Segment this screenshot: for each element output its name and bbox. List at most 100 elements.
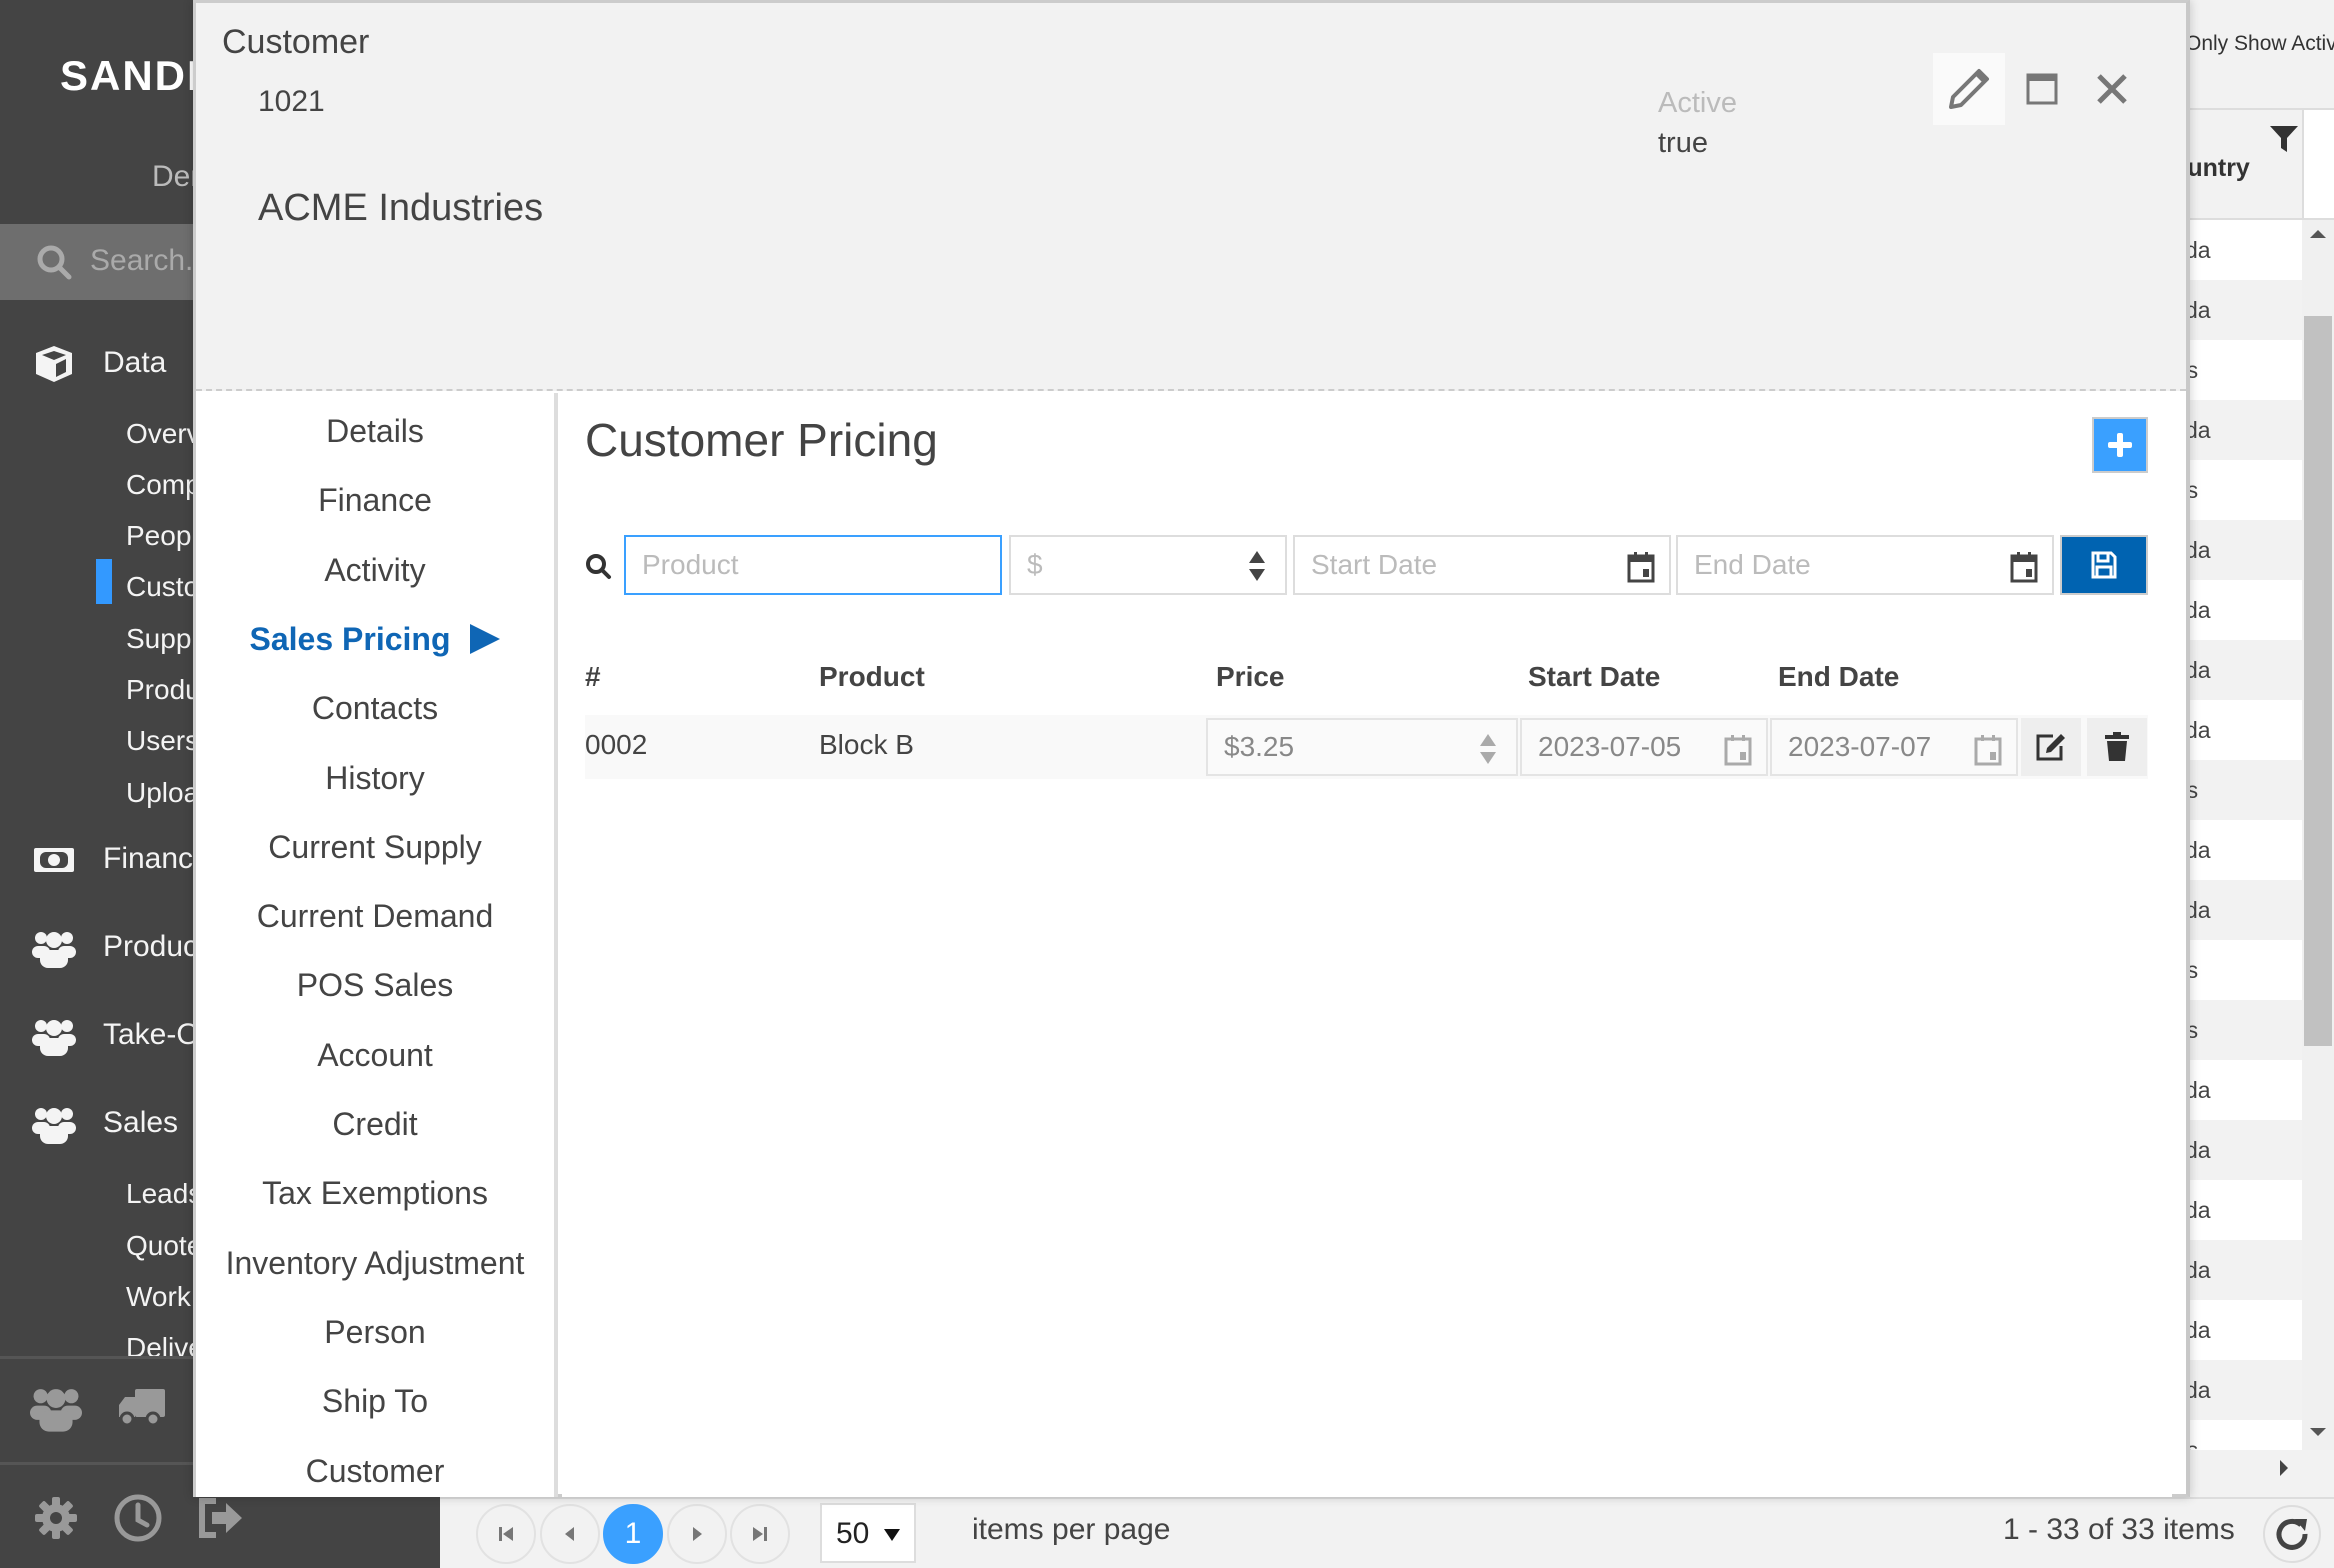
modal-nav-item-account[interactable]: Account <box>196 1037 554 1074</box>
sign-out-icon[interactable] <box>195 1493 247 1543</box>
row-end-date-input[interactable]: 2023-07-07 <box>1770 718 2018 776</box>
grid-row[interactable]: United States <box>2190 1000 2302 1060</box>
modal-nav-label: Current Demand <box>256 898 494 935</box>
price-filter-input[interactable]: $ <box>1009 535 1287 595</box>
modal-nav-item-inventory-adjustment[interactable]: Inventory Adjustment <box>196 1245 554 1282</box>
scrollbar-thumb[interactable] <box>2304 316 2332 1046</box>
grid-row[interactable]: Canada <box>2190 1300 2302 1360</box>
grid-row[interactable]: Canada <box>2190 880 2302 940</box>
calendar-icon[interactable] <box>1724 734 1752 766</box>
grid-row[interactable]: Canada <box>2190 820 2302 880</box>
modal-nav-item-current-supply[interactable]: Current Supply <box>196 829 554 866</box>
modal-nav-label: Current Supply <box>268 828 482 865</box>
grid-row[interactable]: Canada <box>2190 580 2302 640</box>
modal-nav-item-contacts[interactable]: Contacts <box>196 690 554 727</box>
grid-row[interactable]: Canada <box>2190 700 2302 760</box>
column-header-number: # <box>585 661 601 692</box>
price-spinner[interactable] <box>1480 734 1496 766</box>
scroll-down-arrow[interactable] <box>2310 1428 2326 1436</box>
modal-nav-item-credit[interactable]: Credit <box>196 1106 554 1143</box>
row-product: Block B <box>819 729 914 760</box>
grid-row[interactable]: Canada <box>2190 400 2302 460</box>
grid-row[interactable]: Canada <box>2190 1060 2302 1120</box>
price-filter-placeholder: $ <box>1027 549 1043 580</box>
last-page-button[interactable] <box>730 1504 790 1564</box>
customer-modal: Customer 1021 ACME Industries Active tru… <box>193 0 2190 1497</box>
nav-item-users[interactable]: Users <box>126 725 199 757</box>
grid-row[interactable]: United States <box>2190 940 2302 1000</box>
end-date-filter-input[interactable]: End Date <box>1676 535 2054 595</box>
grid-row[interactable]: United States <box>2190 1420 2302 1450</box>
increment-arrow-icon[interactable] <box>1249 551 1265 563</box>
clock-icon[interactable] <box>112 1493 164 1543</box>
decrement-arrow-icon[interactable] <box>1480 752 1496 764</box>
page-1-button[interactable]: 1 <box>603 1504 663 1564</box>
delete-row-button[interactable] <box>2087 718 2147 776</box>
price-spinner[interactable] <box>1249 551 1265 583</box>
grid-row[interactable]: Canada <box>2190 1120 2302 1180</box>
previous-page-icon <box>565 1527 574 1541</box>
users-icon[interactable] <box>30 1383 82 1433</box>
modal-nav-item-ship-to[interactable]: Ship To <box>196 1383 554 1420</box>
increment-arrow-icon[interactable] <box>1480 734 1496 746</box>
grid-row[interactable]: Canada <box>2190 520 2302 580</box>
modal-nav-item-current-demand[interactable]: Current Demand <box>196 898 554 935</box>
add-button[interactable] <box>2092 417 2148 473</box>
edit-row-button[interactable] <box>2021 718 2081 776</box>
maximize-icon <box>2026 73 2058 105</box>
last-page-icon <box>753 1527 767 1541</box>
grid-row[interactable]: United States <box>2190 340 2302 400</box>
start-date-filter-input[interactable]: Start Date <box>1293 535 1671 595</box>
refresh-button[interactable] <box>2263 1505 2321 1563</box>
grid-row[interactable]: Canada <box>2190 1360 2302 1420</box>
show-active-toggle-label[interactable]: Only Show Active <box>2185 32 2334 56</box>
active-indicator <box>96 559 112 604</box>
calendar-icon[interactable] <box>1974 734 2002 766</box>
modal-nav-item-history[interactable]: History <box>196 760 554 797</box>
grid-row[interactable]: Canada <box>2190 1180 2302 1240</box>
search-icon <box>586 554 611 579</box>
grid-row[interactable]: United States <box>2190 760 2302 820</box>
calendar-icon[interactable] <box>1627 551 1655 583</box>
grid-row[interactable]: Canada <box>2190 640 2302 700</box>
product-filter-input[interactable]: Product <box>624 535 1002 595</box>
close-button[interactable] <box>2076 53 2148 125</box>
edit-button[interactable] <box>1933 53 2005 125</box>
modal-nav-item-person[interactable]: Person <box>196 1314 554 1351</box>
grid-row[interactable]: United States <box>2190 460 2302 520</box>
nav-item-leads[interactable]: Leads <box>126 1178 202 1210</box>
first-page-button[interactable] <box>476 1504 536 1564</box>
items-per-page-select[interactable]: 50 <box>820 1503 916 1563</box>
modal-nav-label: Sales Pricing <box>249 620 451 657</box>
grid-row[interactable]: Canada <box>2190 1240 2302 1300</box>
modal-nav-item-finance[interactable]: Finance <box>196 482 554 519</box>
truck-icon[interactable] <box>115 1383 167 1433</box>
modal-nav: Details Finance Activity Sales Pricing Conta… <box>196 393 558 1497</box>
filter-icon[interactable] <box>2270 126 2298 152</box>
modal-nav-item-tax-exemptions[interactable]: Tax Exemptions <box>196 1175 554 1212</box>
modal-nav-item-sales-pricing[interactable]: Sales Pricing <box>196 621 554 658</box>
row-price-input[interactable]: $3.25 <box>1206 718 1518 776</box>
nav-group-label: Sales <box>103 1106 179 1139</box>
save-button[interactable] <box>2060 535 2148 595</box>
dropdown-arrow-icon <box>884 1529 900 1541</box>
decrement-arrow-icon[interactable] <box>1249 569 1265 581</box>
previous-page-button[interactable] <box>540 1504 600 1564</box>
scroll-right-arrow[interactable] <box>2280 1460 2288 1476</box>
modal-nav-item-customer[interactable]: Customer <box>196 1453 554 1490</box>
grid-row[interactable]: Canada <box>2190 280 2302 340</box>
calendar-icon[interactable] <box>2010 551 2038 583</box>
maximize-button[interactable] <box>2006 53 2078 125</box>
modal-nav-item-details[interactable]: Details <box>196 413 554 450</box>
grid-row[interactable]: Canada <box>2190 220 2302 280</box>
modal-nav-item-activity[interactable]: Activity <box>196 552 554 589</box>
modal-nav-item-pos-sales[interactable]: POS Sales <box>196 967 554 1004</box>
scroll-up-arrow[interactable] <box>2310 230 2326 238</box>
gear-icon[interactable] <box>30 1493 82 1543</box>
vertical-scrollbar[interactable] <box>2302 220 2334 1450</box>
next-page-button[interactable] <box>667 1504 727 1564</box>
panel-title: Customer Pricing <box>585 414 938 466</box>
row-start-date-input[interactable]: 2023-07-05 <box>1520 718 1768 776</box>
modal-nav-label: Customer <box>305 1452 445 1489</box>
users-icon <box>32 1020 76 1056</box>
